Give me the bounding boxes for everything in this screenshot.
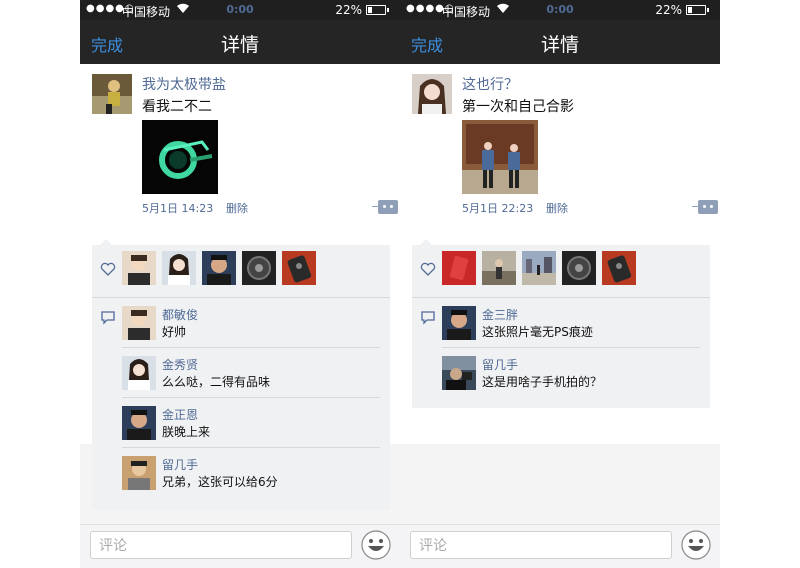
battery-percent: 22% xyxy=(335,3,362,17)
comment-text: 好帅 xyxy=(162,325,187,339)
more-actions-icon[interactable] xyxy=(378,200,398,214)
post-photo[interactable] xyxy=(462,120,538,194)
post-text: 第一次和自己合影 xyxy=(462,99,574,115)
comment-item: 金秀贤 么么哒，二得有品味 xyxy=(92,348,390,398)
likes-row xyxy=(412,245,710,298)
comment-bar: 评论 xyxy=(400,524,720,568)
liker-avatar[interactable] xyxy=(282,251,316,285)
liker-avatar[interactable] xyxy=(442,251,476,285)
poster-avatar[interactable] xyxy=(92,74,132,114)
commenter-avatar[interactable] xyxy=(122,456,156,490)
liker-avatar[interactable] xyxy=(562,251,596,285)
comment-text: 朕晚上来 xyxy=(162,425,211,439)
commenter-name[interactable]: 都敏俊 xyxy=(162,306,198,323)
interactions-panel: 都敏俊 好帅 金秀贤 么么哒，二得有品味 金正恩 朕晚上来 留几手 兄弟，这张可… xyxy=(92,239,390,510)
commenter-name[interactable]: 金秀贤 xyxy=(162,356,198,373)
comment-input[interactable]: 评论 xyxy=(90,531,352,559)
page-title: 详情 xyxy=(540,34,579,56)
liker-avatar[interactable] xyxy=(162,251,196,285)
liker-avatar[interactable] xyxy=(602,251,636,285)
post-photo[interactable] xyxy=(142,120,218,194)
emoji-icon[interactable] xyxy=(361,530,391,560)
comment-text: 兄弟，这张可以给6分 xyxy=(162,475,278,489)
comment-item: 都敏俊 好帅 xyxy=(92,298,390,348)
liker-avatar[interactable] xyxy=(122,251,156,285)
delete-link[interactable]: 删除 xyxy=(226,200,248,216)
nav-bar: 完成 详情 xyxy=(400,20,720,64)
post-timestamp: 5月1日 14:23 xyxy=(142,202,214,215)
liker-avatar[interactable] xyxy=(482,251,516,285)
page-title: 详情 xyxy=(220,34,259,56)
more-actions-icon[interactable] xyxy=(698,200,718,214)
liker-avatar[interactable] xyxy=(522,251,556,285)
heart-icon xyxy=(100,261,116,277)
comment-item: 金三胖 这张照片毫无PS痕迹 xyxy=(412,298,710,348)
comment-item: 留几手 这是用啥子手机拍的？ xyxy=(412,348,710,398)
commenter-avatar[interactable] xyxy=(442,356,476,390)
commenter-avatar[interactable] xyxy=(122,356,156,390)
liker-avatar[interactable] xyxy=(242,251,276,285)
commenter-name[interactable]: 金正恩 xyxy=(162,406,198,423)
comment-text: 这张照片毫无PS痕迹 xyxy=(482,325,593,339)
likes-row xyxy=(92,245,390,298)
phone-screen-left: ●●●●○ 中国移动 0:00 22% 完成 详情 我为太极带盐 看我二不二 5… xyxy=(80,0,400,568)
poster-username[interactable]: 我为太极带盐 xyxy=(142,74,226,94)
battery-icon xyxy=(686,5,709,15)
comment-bar: 评论 xyxy=(80,524,400,568)
commenter-avatar[interactable] xyxy=(122,306,156,340)
commenter-avatar[interactable] xyxy=(122,406,156,440)
comment-icon xyxy=(420,310,436,325)
commenter-name[interactable]: 留几手 xyxy=(482,356,518,373)
comment-input[interactable]: 评论 xyxy=(410,531,672,559)
post-text: 看我二不二 xyxy=(142,99,212,115)
comment-item: 留几手 兄弟，这张可以给6分 xyxy=(92,448,390,498)
poster-username[interactable]: 这也行？ xyxy=(462,74,518,94)
battery-percent: 22% xyxy=(655,3,682,17)
delete-link[interactable]: 删除 xyxy=(546,200,568,216)
interactions-panel: 金三胖 这张照片毫无PS痕迹 留几手 这是用啥子手机拍的？ xyxy=(412,239,710,408)
battery-icon xyxy=(366,5,389,15)
poster-avatar[interactable] xyxy=(412,74,452,114)
post-timestamp: 5月1日 22:23 xyxy=(462,202,534,215)
liker-avatar[interactable] xyxy=(202,251,236,285)
phone-screen-right: ●●●●○ 中国移动 0:00 22% 完成 详情 这也行？ 第一次和自己合影 … xyxy=(400,0,720,568)
comment-text: 么么哒，二得有品味 xyxy=(162,375,271,389)
comment-icon xyxy=(100,310,116,325)
comment-text: 这是用啥子手机拍的？ xyxy=(482,375,603,389)
nav-bar: 完成 详情 xyxy=(80,20,400,64)
heart-icon xyxy=(420,261,436,277)
commenter-name[interactable]: 留几手 xyxy=(162,456,198,473)
emoji-icon[interactable] xyxy=(681,530,711,560)
commenter-avatar[interactable] xyxy=(442,306,476,340)
commenter-name[interactable]: 金三胖 xyxy=(482,306,518,323)
comment-item: 金正恩 朕晚上来 xyxy=(92,398,390,448)
status-bar: ●●●●○ 中国移动 0:00 22% xyxy=(400,0,720,20)
status-bar: ●●●●○ 中国移动 0:00 22% xyxy=(80,0,400,20)
